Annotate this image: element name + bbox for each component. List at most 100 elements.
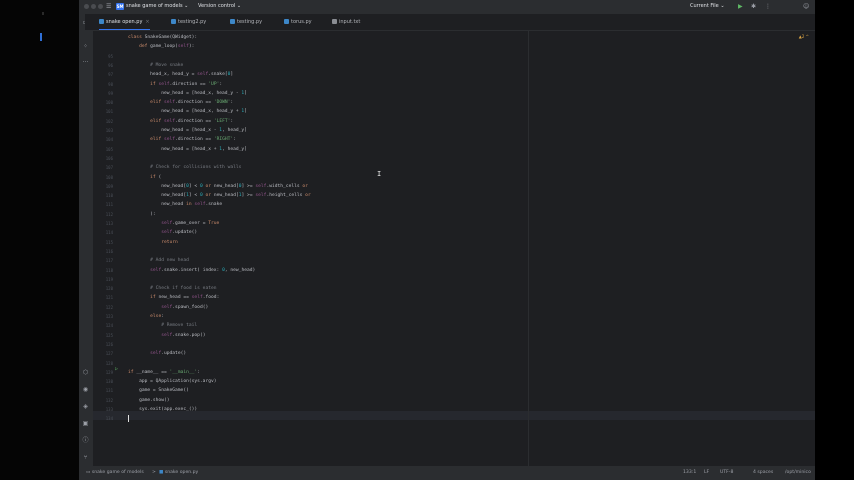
code-line: self.snake.pop()	[161, 332, 206, 338]
line-number: 99	[108, 90, 113, 96]
code-area[interactable]: class SnakeGame(QWidget): def game_loop(…	[128, 31, 808, 466]
structure-icon[interactable]: ⁘	[81, 42, 90, 51]
run-config-label: Current File	[690, 3, 719, 9]
python-file-icon	[171, 19, 176, 24]
line-number: 129	[105, 369, 113, 375]
python-console-icon[interactable]: ◉	[81, 385, 90, 394]
services-icon[interactable]: ◈	[81, 402, 90, 411]
tab-label: testing2.py	[178, 19, 207, 25]
main-menu-icon[interactable]: ☰	[106, 2, 111, 11]
line-number: 108	[105, 174, 113, 180]
python-file-icon	[284, 19, 289, 24]
line-number: 111	[105, 202, 113, 208]
minimize-window-button[interactable]	[91, 4, 96, 9]
line-number: 98	[108, 81, 113, 87]
line-number: 109	[105, 183, 113, 189]
code-line: self.spawn_food()	[161, 304, 209, 310]
code-line: self.snake.insert( index: 0, new_head)	[150, 267, 256, 273]
line-separator[interactable]: LF	[704, 466, 709, 480]
line-number: 113	[105, 221, 113, 226]
code-line: return	[161, 239, 178, 245]
breadcrumb-file[interactable]: ■ snake open.py	[159, 466, 198, 480]
code-line: def game_loop(self):	[139, 44, 195, 50]
title-bar: ☰ SM snake game of models ⌄ Version cont…	[79, 0, 815, 14]
zoom-window-button[interactable]	[98, 4, 103, 9]
strip-mark	[42, 12, 44, 15]
code-editor[interactable]: ▲2 ^ 95 96 97 98 99 100 101 102 103 104 105 106 107 1…	[93, 31, 815, 466]
code-line: app = QApplication(sys.argv)	[128, 379, 217, 385]
code-line: if self.direction == 'UP':	[150, 81, 223, 87]
git-icon[interactable]: ⑂	[81, 453, 90, 462]
more-tools-icon[interactable]: …	[81, 56, 90, 65]
indent-setting[interactable]: 4 spaces	[753, 466, 773, 480]
caret-position[interactable]: 133:1	[683, 466, 696, 480]
tab-torus[interactable]: torus.py	[284, 14, 312, 30]
line-number-gutter: 95 96 97 98 99 100 101 102 103 104 105 106 107 108 109…	[93, 31, 113, 466]
code-line: new_head = [head_x - 1, head_y]	[128, 128, 247, 133]
close-tab-icon[interactable]: ×	[145, 19, 149, 25]
line-number: 130	[105, 379, 113, 385]
line-number: 132	[105, 397, 113, 403]
run-icon[interactable]: ▶	[738, 2, 743, 11]
line-number: 114	[105, 230, 113, 236]
line-number: 120	[105, 286, 113, 292]
line-number: 115	[105, 239, 113, 245]
tab-testing2[interactable]: testing2.py	[171, 14, 206, 30]
account-icon[interactable]: ☺	[803, 2, 809, 11]
terminal-icon[interactable]: ▣	[81, 419, 90, 428]
code-line: # Check if food is eaten	[128, 286, 217, 292]
code-line: new_head[0] < 0 or new_head[0] >= self.w…	[128, 183, 308, 189]
code-line: self.update()	[150, 351, 187, 357]
run-main-gutter-icon[interactable]: ▷	[115, 366, 118, 373]
code-line: game.show()	[128, 397, 170, 403]
text-file-icon	[332, 19, 337, 24]
debug-icon[interactable]: ✱	[751, 2, 756, 11]
line-number: 112	[105, 211, 113, 217]
line-number: 104	[105, 137, 113, 143]
line-number: 102	[105, 118, 113, 124]
close-window-button[interactable]	[84, 4, 89, 9]
line-number: 125	[105, 332, 113, 338]
code-line: # Remove tail	[128, 323, 198, 329]
python-packages-icon[interactable]: ⬡	[81, 368, 90, 377]
line-number: 110	[105, 193, 113, 199]
python-file-icon	[230, 19, 235, 24]
code-line: elif self.direction == 'RIGHT':	[150, 137, 236, 143]
python-interpreter[interactable]: /opt/minico	[785, 466, 811, 480]
line-number: 126	[105, 341, 113, 347]
tab-label: snake open.py	[106, 19, 143, 25]
code-line: head_x, head_y = self.snake[0]	[128, 72, 234, 78]
strip-marker	[40, 33, 42, 41]
tab-testing[interactable]: testing.py	[230, 14, 262, 30]
breadcrumb-project[interactable]: ▭ snake game of models	[86, 466, 144, 480]
project-badge[interactable]: SM	[116, 3, 124, 10]
code-line: new_head = [head_x, head_y - 1]	[128, 90, 247, 96]
editor-tabs: snake open.py × testing2.py testing.py to…	[85, 14, 815, 31]
tab-snake-open[interactable]: snake open.py ×	[99, 14, 150, 30]
line-number: 101	[105, 109, 113, 115]
line-number: 100	[105, 100, 113, 106]
code-line: new_head[1] < 0 or new_head[1] >= self.h…	[128, 193, 311, 199]
problems-icon[interactable]: ⓘ	[81, 436, 90, 445]
line-number: 96	[108, 62, 113, 68]
line-number: 123	[105, 314, 113, 319]
project-name: snake game of models	[126, 3, 183, 9]
code-line: elif self.direction == 'LEFT':	[150, 118, 234, 124]
file-encoding[interactable]: UTF-8	[720, 466, 733, 480]
project-selector[interactable]: snake game of models ⌄	[126, 3, 188, 10]
code-line: if __name__ == '__main__':	[128, 369, 200, 375]
version-control-menu[interactable]: Version control ⌄	[198, 3, 241, 10]
code-line: ):	[128, 211, 156, 217]
code-line: else:	[150, 314, 164, 319]
tab-input[interactable]: input.txt	[332, 14, 360, 30]
breadcrumb-project-label: snake game of models	[91, 470, 144, 475]
breadcrumb-file-label: snake open.py	[164, 470, 199, 475]
code-line: game = SnakeGame()	[128, 388, 189, 394]
run-config-selector[interactable]: Current File ⌄	[690, 3, 725, 10]
line-number: 118	[105, 267, 113, 273]
more-actions-icon[interactable]: ⋮	[765, 2, 771, 11]
line-number: 128	[105, 360, 113, 366]
line-number: 127	[105, 351, 113, 357]
line-number: 105	[105, 146, 113, 152]
line-number: 106	[105, 155, 113, 161]
